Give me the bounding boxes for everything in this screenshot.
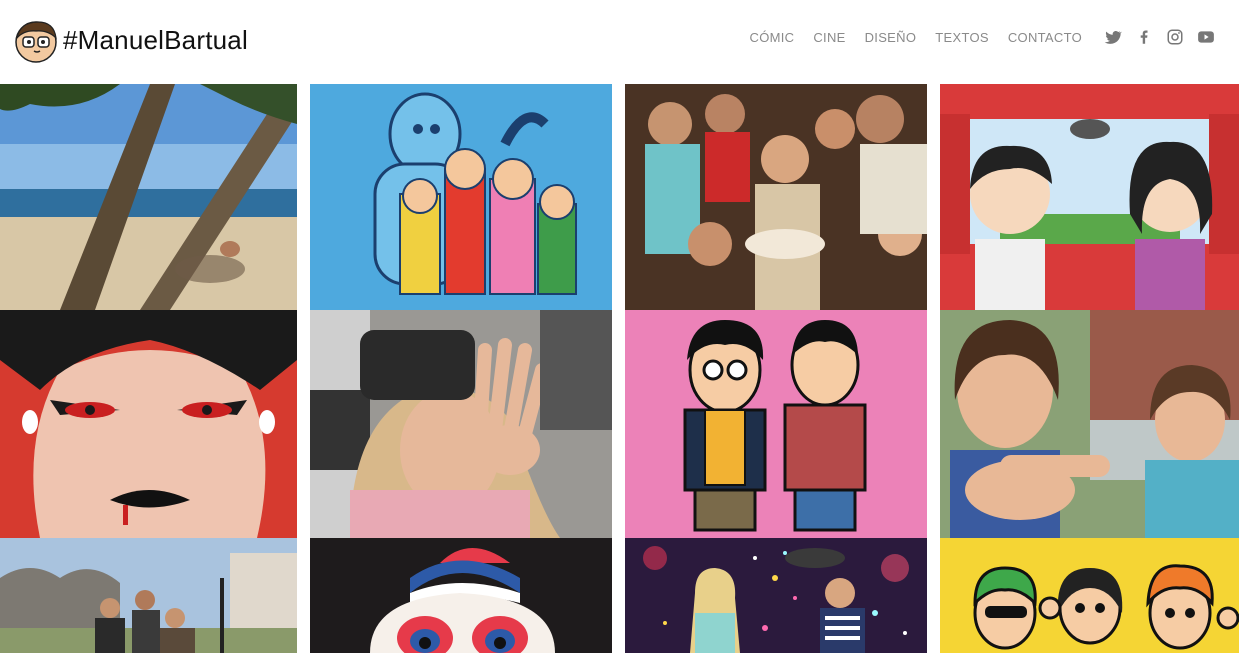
site-logo[interactable]: #ManuelBartual bbox=[12, 16, 248, 64]
social-links bbox=[1104, 28, 1215, 46]
gallery-tile-birthday[interactable] bbox=[625, 84, 927, 310]
birthday-party-photo bbox=[625, 84, 927, 310]
children-pointing-photo bbox=[940, 310, 1239, 538]
car-emoji-illustration bbox=[940, 84, 1239, 310]
gallery-tile-confetti[interactable] bbox=[625, 538, 927, 653]
youtube-icon[interactable] bbox=[1197, 28, 1215, 46]
gallery-tile-comic-yellow[interactable] bbox=[940, 538, 1239, 653]
confetti-party-photo bbox=[625, 538, 927, 653]
gallery-tile-two-men[interactable] bbox=[625, 310, 927, 538]
nav-link-cine[interactable]: CINE bbox=[813, 30, 845, 45]
two-men-pink-illustration bbox=[625, 310, 927, 538]
facebook-icon[interactable] bbox=[1135, 28, 1153, 46]
gallery-tile-children[interactable] bbox=[940, 310, 1239, 538]
gallery-tile-clown[interactable] bbox=[310, 538, 612, 653]
nav-link-textos[interactable]: TEXTOS bbox=[935, 30, 989, 45]
beach-trees-photo bbox=[0, 84, 297, 310]
avatar-icon bbox=[15, 21, 57, 63]
comic-characters-blue-illustration bbox=[310, 84, 612, 310]
site-title: #ManuelBartual bbox=[63, 24, 248, 55]
instagram-icon[interactable] bbox=[1166, 28, 1184, 46]
vr-headset-woman-photo bbox=[310, 310, 612, 538]
gallery-tile-car[interactable] bbox=[940, 84, 1239, 310]
main-nav: CÓMIC CINE DISEÑO TEXTOS CONTACTO bbox=[731, 28, 1216, 46]
gallery-tile-vr[interactable] bbox=[310, 310, 612, 538]
clown-face-illustration bbox=[310, 538, 612, 653]
vampire-woman-illustration bbox=[0, 310, 297, 538]
gallery-tile-comic-blue[interactable] bbox=[310, 84, 612, 310]
gallery-grid bbox=[0, 84, 1239, 653]
park-people-photo bbox=[0, 538, 297, 653]
gallery-tile-beach[interactable] bbox=[0, 84, 297, 310]
gallery-tile-park[interactable] bbox=[0, 538, 297, 653]
nav-link-comic[interactable]: CÓMIC bbox=[750, 30, 795, 45]
site-header: #ManuelBartual CÓMIC CINE DISEÑO TEXTOS … bbox=[0, 0, 1239, 84]
nav-link-contacto[interactable]: CONTACTO bbox=[1008, 30, 1082, 45]
twitter-icon[interactable] bbox=[1104, 28, 1122, 46]
nav-link-diseno[interactable]: DISEÑO bbox=[865, 30, 917, 45]
comic-faces-yellow-illustration bbox=[940, 538, 1239, 653]
gallery-tile-vampire[interactable] bbox=[0, 310, 297, 538]
